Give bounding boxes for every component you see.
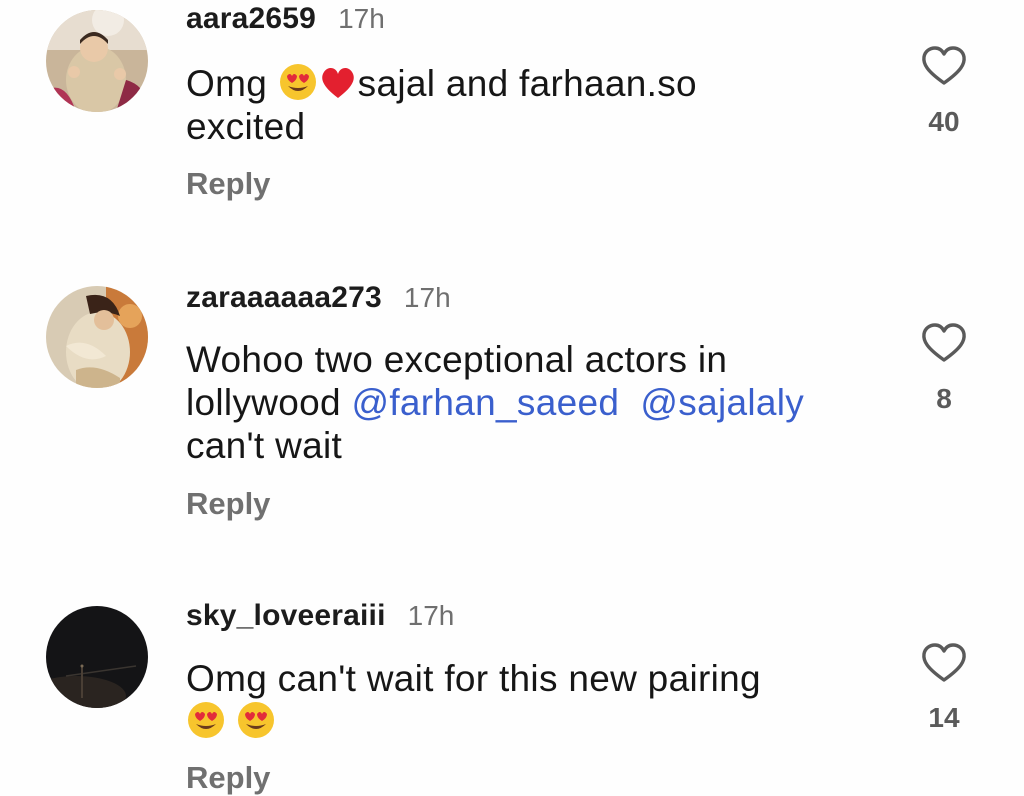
comment-item: sky_loveeraiii 17h Omg can't wait for th…	[0, 0, 1024, 795]
like-count: 14	[928, 702, 960, 733]
comment-header: sky_loveeraiii 17h	[186, 599, 454, 635]
comment-line	[186, 700, 761, 743]
like-button[interactable]	[912, 643, 976, 683]
username[interactable]: sky_loveeraiii	[186, 599, 386, 633]
reply-button[interactable]: Reply	[186, 760, 270, 796]
heart-eyes-emoji	[238, 702, 274, 738]
timestamp: 17h	[407, 600, 455, 631]
comment-text: Omg can't wait for this new pairing	[186, 657, 761, 743]
heart-eyes-emoji	[188, 702, 224, 738]
avatar[interactable]	[46, 606, 148, 708]
heart-icon	[922, 643, 966, 682]
comment-line: Omg can't wait for this new pairing	[186, 658, 761, 699]
